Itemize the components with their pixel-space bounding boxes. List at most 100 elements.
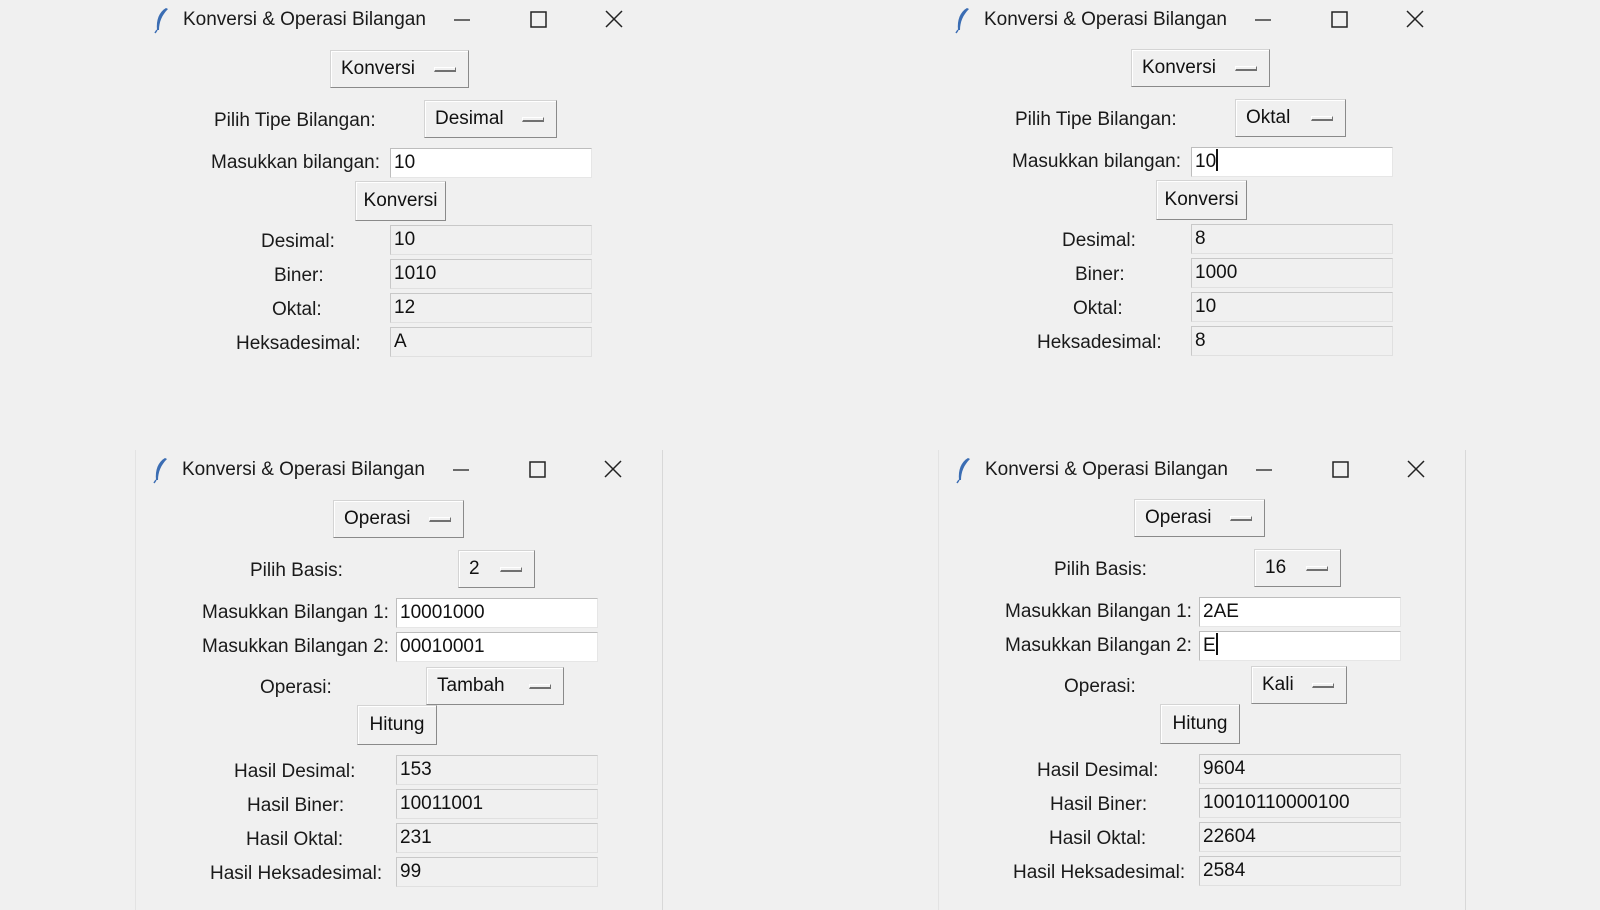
basis-label: Pilih Basis: [250,560,343,581]
basis-label: Pilih Basis: [1054,559,1147,580]
result-heksadesimal[interactable]: 8 [1191,326,1393,356]
maximize-button[interactable] [1325,456,1355,484]
result-desimal[interactable]: 8 [1191,224,1393,254]
result-label-oktal: Hasil Oktal: [246,829,344,850]
maximize-button[interactable] [1324,6,1354,34]
minimize-button[interactable] [1248,6,1278,34]
close-button[interactable] [599,6,629,34]
result-label-desimal: Hasil Desimal: [1037,760,1159,781]
operation-menu-value: Kali [1262,674,1294,695]
text-cursor [1215,633,1218,655]
result-biner[interactable]: 10011001 [396,789,598,819]
menu-indicator-icon [529,684,551,689]
result-label-heksadesimal: Hasil Heksadesimal: [1013,862,1186,883]
basis-menu[interactable]: 2 [458,550,535,588]
window-operasi-basis-16: Konversi & Operasi Bilangan Operasi Pili… [938,450,1466,910]
window-title: Konversi & Operasi Bilangan [182,459,425,480]
window-title: Konversi & Operasi Bilangan [984,9,1227,30]
type-menu[interactable]: Oktal [1235,99,1346,137]
number-input[interactable]: 10 [1191,147,1393,177]
close-button[interactable] [598,456,628,484]
operation-menu-value: Tambah [437,675,505,696]
close-button[interactable] [1401,456,1431,484]
result-label-heksadesimal: Hasil Heksadesimal: [210,863,383,884]
mode-menu[interactable]: Operasi [333,500,464,538]
mode-menu[interactable]: Konversi [330,50,469,88]
title-bar[interactable]: Konversi & Operasi Bilangan [136,450,662,490]
mode-menu[interactable]: Operasi [1134,499,1265,537]
type-menu[interactable]: Desimal [424,100,557,138]
mode-menu-label: Konversi [341,58,415,79]
result-oktal[interactable]: 12 [390,293,592,323]
type-label: Pilih Tipe Bilangan: [214,110,376,131]
result-label-biner: Biner: [1075,264,1125,285]
minimize-button[interactable] [446,456,476,484]
window-title: Konversi & Operasi Bilangan [985,459,1228,480]
result-label-desimal: Hasil Desimal: [234,761,356,782]
close-button[interactable] [1400,6,1430,34]
maximize-button[interactable] [522,456,552,484]
result-label-heksadesimal: Heksadesimal: [1037,332,1162,353]
window-operasi-basis-2: Konversi & Operasi Bilangan Operasi Pili… [135,450,663,910]
title-bar[interactable]: Konversi & Operasi Bilangan [939,450,1465,490]
title-bar[interactable]: Konversi & Operasi Bilangan [938,0,1462,40]
result-label-desimal: Desimal: [261,231,335,252]
input-label: Masukkan bilangan: [211,152,380,173]
maximize-button[interactable] [523,6,553,34]
hitung-button[interactable]: Hitung [1160,704,1240,744]
operation-menu[interactable]: Kali [1251,666,1347,704]
number1-input[interactable]: 10001000 [396,598,598,628]
menu-indicator-icon [1230,516,1252,521]
mode-menu-label: Konversi [1142,57,1216,78]
basis-menu-value: 2 [469,558,480,579]
menu-indicator-icon [429,517,451,522]
hitung-button[interactable]: Hitung [357,705,437,745]
result-biner[interactable]: 1000 [1191,258,1393,288]
operation-menu[interactable]: Tambah [426,667,564,705]
input1-label: Masukkan Bilangan 1: [202,602,389,623]
result-oktal[interactable]: 22604 [1199,822,1401,852]
result-biner[interactable]: 10010110000100 [1199,788,1401,818]
result-label-oktal: Hasil Oktal: [1049,828,1147,849]
basis-menu-value: 16 [1265,557,1287,578]
minimize-button[interactable] [447,6,477,34]
result-heksadesimal[interactable]: A [390,327,592,357]
tk-feather-icon [955,8,969,34]
tk-feather-icon [956,458,970,484]
basis-menu[interactable]: 16 [1254,549,1341,587]
result-oktal[interactable]: 10 [1191,292,1393,322]
menu-indicator-icon [500,567,522,572]
input1-label: Masukkan Bilangan 1: [1005,601,1192,622]
menu-indicator-icon [1311,116,1333,121]
number2-input[interactable]: E [1199,631,1401,661]
result-biner[interactable]: 1010 [390,259,592,289]
result-desimal[interactable]: 10 [390,225,592,255]
mode-menu[interactable]: Konversi [1131,49,1270,87]
result-label-biner: Biner: [274,265,324,286]
type-menu-value: Oktal [1246,107,1291,128]
result-desimal[interactable]: 153 [396,755,598,785]
result-label-heksadesimal: Heksadesimal: [236,333,361,354]
title-bar[interactable]: Konversi & Operasi Bilangan [137,0,661,40]
minimize-button[interactable] [1249,456,1279,484]
mode-menu-label: Operasi [344,508,411,529]
result-heksadesimal[interactable]: 2584 [1199,856,1401,886]
type-menu-value: Desimal [435,108,504,129]
mode-menu-label: Operasi [1145,507,1212,528]
number-input[interactable]: 10 [390,148,592,178]
number1-input[interactable]: 2AE [1199,597,1401,627]
tk-feather-icon [154,8,168,34]
window-konversi-desimal: Konversi & Operasi Bilangan Konversi Pil… [137,0,661,420]
result-label-biner: Hasil Biner: [1050,794,1148,815]
result-oktal[interactable]: 231 [396,823,598,853]
type-label: Pilih Tipe Bilangan: [1015,109,1177,130]
tk-feather-icon [153,458,167,484]
result-desimal[interactable]: 9604 [1199,754,1401,784]
result-label-oktal: Oktal: [272,299,322,320]
menu-indicator-icon [434,67,456,72]
konversi-button[interactable]: Konversi [1156,180,1247,220]
result-heksadesimal[interactable]: 99 [396,857,598,887]
number2-input[interactable]: 00010001 [396,632,598,662]
konversi-button[interactable]: Konversi [355,181,446,221]
input2-label: Masukkan Bilangan 2: [202,636,389,657]
